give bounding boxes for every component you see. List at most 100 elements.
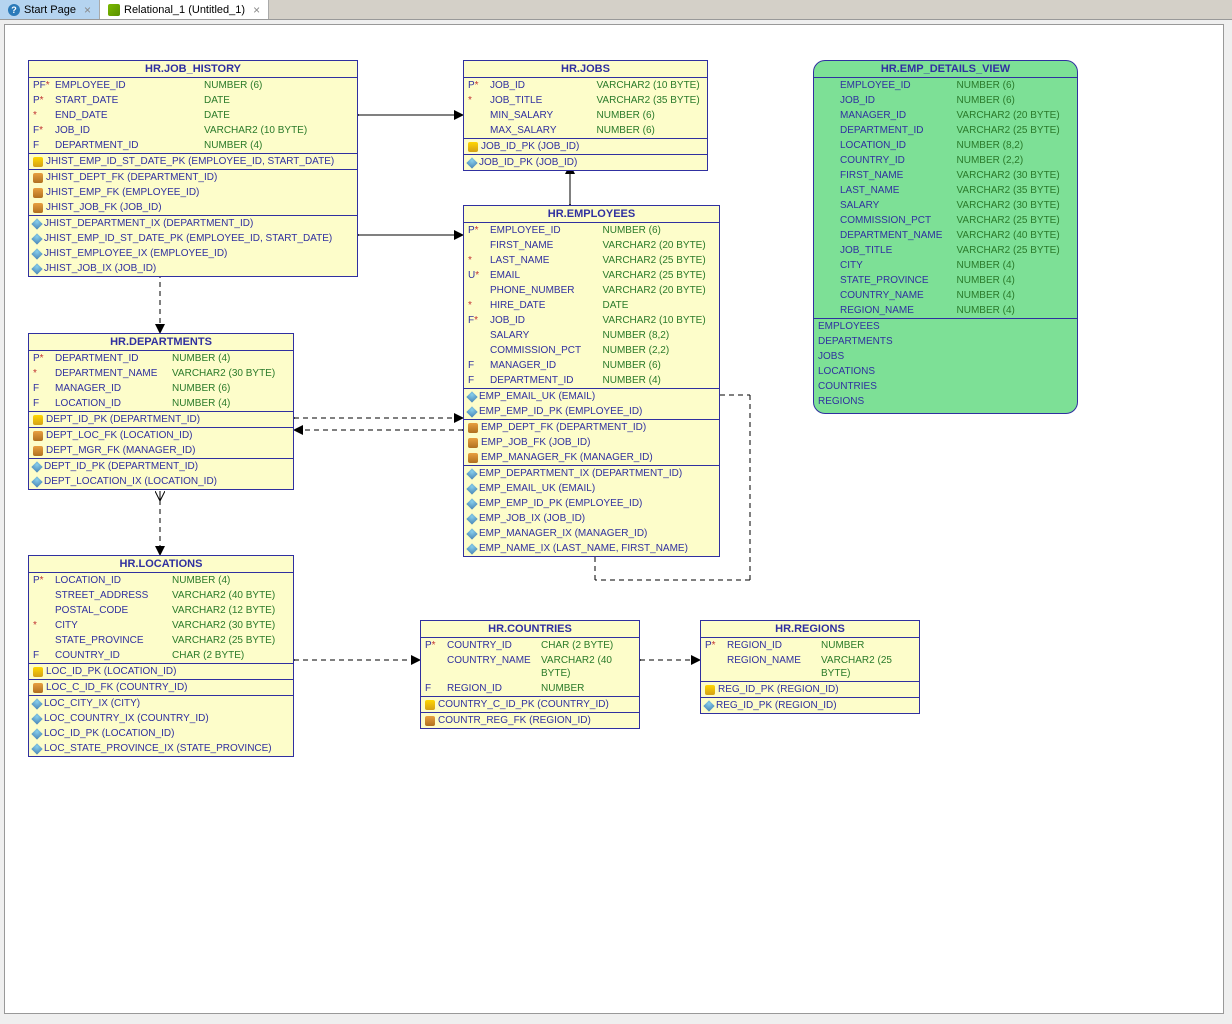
key-indicator: P* — [33, 94, 55, 107]
entity-departments[interactable]: HR.DEPARTMENTS P*DEPARTMENT_IDNUMBER (4)… — [28, 333, 294, 490]
column-row: REGION_NAMENUMBER (4) — [814, 303, 1077, 318]
column-name: LAST_NAME — [840, 184, 957, 197]
entity-title: HR.JOB_HISTORY — [29, 61, 357, 78]
column-type: VARCHAR2 (25 BYTE) — [603, 269, 716, 282]
idx-icon — [31, 233, 42, 244]
key-indicator: U* — [468, 269, 490, 282]
key-indicator — [33, 634, 55, 647]
fks-row: LOC_C_ID_FK (COUNTRY_ID) — [29, 680, 293, 695]
column-type: NUMBER (4) — [172, 574, 289, 587]
fks-row: DEPT_MGR_FK (MANAGER_ID) — [29, 443, 293, 458]
columns-section: P*LOCATION_IDNUMBER (4)STREET_ADDRESSVAR… — [29, 573, 293, 664]
key-indicator: * — [468, 254, 490, 267]
columns-section: EMPLOYEE_IDNUMBER (6)JOB_IDNUMBER (6)MAN… — [814, 78, 1077, 319]
column-name: STREET_ADDRESS — [55, 589, 172, 602]
column-row: SALARYNUMBER (8,2) — [464, 328, 719, 343]
idxs-row: EMP_DEPARTMENT_IX (DEPARTMENT_ID) — [464, 466, 719, 481]
column-type: VARCHAR2 (10 BYTE) — [204, 124, 353, 137]
diagram-canvas[interactable]: HR.JOB_HISTORY PF*EMPLOYEE_IDNUMBER (6)P… — [4, 24, 1224, 1014]
idx-section: JHIST_DEPARTMENT_IX (DEPARTMENT_ID)JHIST… — [29, 216, 357, 276]
column-row: STATE_PROVINCENUMBER (4) — [814, 273, 1077, 288]
entity-title: HR.REGIONS — [701, 621, 919, 638]
close-icon[interactable]: × — [253, 3, 260, 17]
fks-label: EMP_MANAGER_FK (MANAGER_ID) — [481, 451, 653, 464]
close-icon[interactable]: × — [84, 3, 91, 17]
column-row: P*DEPARTMENT_IDNUMBER (4) — [29, 351, 293, 366]
column-row: FLOCATION_IDNUMBER (4) — [29, 396, 293, 411]
fk-icon — [33, 446, 43, 456]
columns-section: P*REGION_IDNUMBERREGION_NAMEVARCHAR2 (25… — [701, 638, 919, 682]
entity-title: HR.COUNTRIES — [421, 621, 639, 638]
column-type: VARCHAR2 (10 BYTE) — [603, 314, 716, 327]
help-icon: ? — [8, 4, 20, 16]
idx-section: EMP_DEPARTMENT_IX (DEPARTMENT_ID)EMP_EMA… — [464, 466, 719, 556]
fk-icon — [468, 438, 478, 448]
column-type: VARCHAR2 (40 BYTE) — [172, 589, 289, 602]
key-indicator: P* — [468, 224, 490, 237]
column-row: MIN_SALARYNUMBER (6) — [464, 108, 707, 123]
idxs-label: DEPT_ID_PK (DEPARTMENT_ID) — [44, 460, 198, 473]
tab-start-page[interactable]: ? Start Page × — [0, 0, 100, 19]
entity-emp-details-view[interactable]: HR.EMP_DETAILS_VIEW EMPLOYEE_IDNUMBER (6… — [813, 60, 1078, 414]
uks-label: EMP_EMP_ID_PK (EMPLOYEE_ID) — [479, 405, 642, 418]
fk-icon — [33, 173, 43, 183]
column-type: NUMBER (4) — [957, 289, 1074, 302]
column-type: VARCHAR2 (25 BYTE) — [172, 634, 289, 647]
entity-job-history[interactable]: HR.JOB_HISTORY PF*EMPLOYEE_IDNUMBER (6)P… — [28, 60, 358, 277]
idx-icon — [703, 700, 714, 711]
key-icon — [33, 415, 43, 425]
column-row: STREET_ADDRESSVARCHAR2 (40 BYTE) — [29, 588, 293, 603]
entity-countries[interactable]: HR.COUNTRIES P*COUNTRY_IDCHAR (2 BYTE)CO… — [420, 620, 640, 729]
column-row: P*REGION_IDNUMBER — [701, 638, 919, 653]
key-indicator — [705, 654, 727, 680]
column-name: SALARY — [840, 199, 957, 212]
fks-label: COUNTR_REG_FK (REGION_ID) — [438, 714, 591, 727]
fk-section: LOC_C_ID_FK (COUNTRY_ID) — [29, 680, 293, 696]
idxs-label: JHIST_EMP_ID_ST_DATE_PK (EMPLOYEE_ID, ST… — [44, 232, 332, 245]
entity-jobs[interactable]: HR.JOBS P*JOB_IDVARCHAR2 (10 BYTE)*JOB_T… — [463, 60, 708, 171]
columns-section: P*COUNTRY_IDCHAR (2 BYTE)COUNTRY_NAMEVAR… — [421, 638, 639, 697]
entity-title: HR.JOBS — [464, 61, 707, 78]
idx-icon — [466, 498, 477, 509]
column-type: VARCHAR2 (12 BYTE) — [172, 604, 289, 617]
pks-label: REG_ID_PK (REGION_ID) — [718, 683, 839, 696]
idxs-row: LOC_STATE_PROVINCE_IX (STATE_PROVINCE) — [29, 741, 293, 756]
entity-locations[interactable]: HR.LOCATIONS P*LOCATION_IDNUMBER (4)STRE… — [28, 555, 294, 757]
key-indicator: F* — [468, 314, 490, 327]
idx-section: DEPT_ID_PK (DEPARTMENT_ID)DEPT_LOCATION_… — [29, 459, 293, 489]
column-row: JOB_IDNUMBER (6) — [814, 93, 1077, 108]
tab-relational[interactable]: Relational_1 (Untitled_1) × — [100, 0, 269, 19]
entity-title: HR.EMPLOYEES — [464, 206, 719, 223]
column-type: VARCHAR2 (20 BYTE) — [603, 284, 716, 297]
column-name: DEPARTMENT_ID — [55, 139, 204, 152]
column-type: DATE — [204, 94, 353, 107]
column-name: REGION_ID — [727, 639, 821, 652]
idx-section: LOC_CITY_IX (CITY)LOC_COUNTRY_IX (COUNTR… — [29, 696, 293, 756]
column-name: STATE_PROVINCE — [55, 634, 172, 647]
column-type: VARCHAR2 (20 BYTE) — [603, 239, 716, 252]
column-name: FIRST_NAME — [490, 239, 603, 252]
column-type: VARCHAR2 (40 BYTE) — [957, 229, 1074, 242]
column-name: LOCATION_ID — [840, 139, 957, 152]
fk-section: COUNTR_REG_FK (REGION_ID) — [421, 713, 639, 728]
column-type: NUMBER (4) — [603, 374, 716, 387]
column-type: VARCHAR2 (25 BYTE) — [957, 244, 1074, 257]
idx-icon — [466, 528, 477, 539]
columns-section: P*DEPARTMENT_IDNUMBER (4)*DEPARTMENT_NAM… — [29, 351, 293, 412]
column-name: JOB_ID — [55, 124, 204, 137]
idx-icon — [31, 263, 42, 274]
uks-row: EMP_EMAIL_UK (EMAIL) — [464, 389, 719, 404]
entity-regions[interactable]: HR.REGIONS P*REGION_IDNUMBERREGION_NAMEV… — [700, 620, 920, 714]
column-type: NUMBER (6) — [597, 109, 704, 122]
key-indicator: F — [468, 374, 490, 387]
dependency-row: COUNTRIES — [814, 379, 1077, 394]
key-icon — [468, 142, 478, 152]
idx-section: JOB_ID_PK (JOB_ID) — [464, 155, 707, 170]
key-indicator: P* — [33, 574, 55, 587]
column-name: EMPLOYEE_ID — [55, 79, 204, 92]
key-indicator: P* — [425, 639, 447, 652]
column-row: *LAST_NAMEVARCHAR2 (25 BYTE) — [464, 253, 719, 268]
column-row: SALARYVARCHAR2 (30 BYTE) — [814, 198, 1077, 213]
entity-employees[interactable]: HR.EMPLOYEES P*EMPLOYEE_IDNUMBER (6)FIRS… — [463, 205, 720, 557]
column-type: NUMBER (2,2) — [603, 344, 716, 357]
